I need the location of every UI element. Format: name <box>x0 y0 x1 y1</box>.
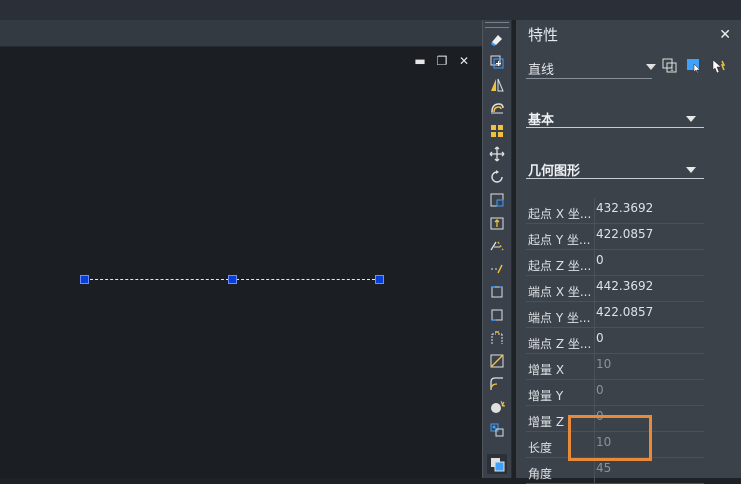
property-value[interactable]: 0 <box>594 250 704 275</box>
fillet-icon[interactable] <box>487 374 507 394</box>
modify-toolbar <box>482 20 512 478</box>
rotate-icon[interactable] <box>487 167 507 187</box>
blend-icon[interactable] <box>487 397 507 417</box>
quick-select-icon[interactable] <box>708 56 728 76</box>
break-icon[interactable] <box>487 282 507 302</box>
viewport-window-controls: ▬ ❐ ✕ <box>414 55 470 69</box>
object-type-value: 直线 <box>528 63 555 78</box>
start-grip[interactable] <box>80 275 89 284</box>
property-key: 起点 Z 坐... <box>528 259 592 273</box>
property-value[interactable]: 432.3692 <box>594 198 704 223</box>
chevron-down-icon[interactable] <box>686 116 696 122</box>
panel-close-icon[interactable]: ✕ <box>719 27 731 43</box>
top-bar <box>0 0 741 20</box>
chevron-down-icon[interactable] <box>686 167 696 173</box>
explode-icon[interactable] <box>487 420 507 440</box>
highlight-box <box>568 415 652 461</box>
property-key: 起点 Y 坐... <box>528 233 591 247</box>
property-value[interactable]: 422.0857 <box>594 224 704 249</box>
property-value: 10 <box>594 354 704 379</box>
move-icon[interactable] <box>487 144 507 164</box>
chamfer-icon[interactable] <box>487 351 507 371</box>
section-basic[interactable]: 基本 <box>526 109 704 128</box>
property-key: 增量 Y <box>528 389 564 403</box>
property-row[interactable]: 起点 Y 坐... 422.0857 <box>526 224 704 250</box>
property-row[interactable]: 增量 Y 0 <box>526 380 704 406</box>
property-row[interactable]: 端点 Z 坐... 0 <box>526 328 704 354</box>
property-key: 增量 X <box>528 363 565 377</box>
erase-icon[interactable] <box>487 29 507 49</box>
copy-icon[interactable] <box>487 52 507 72</box>
property-value[interactable]: 0 <box>594 328 704 353</box>
object-type-dropdown[interactable]: 直线 <box>526 56 656 79</box>
property-row[interactable]: 增量 X 10 <box>526 354 704 380</box>
extend-icon[interactable] <box>487 259 507 279</box>
stretch-icon[interactable] <box>487 213 507 233</box>
section-geometry-label: 几何图形 <box>528 164 581 179</box>
draw-order-icon[interactable] <box>487 454 507 474</box>
property-value: 0 <box>594 380 704 405</box>
property-row[interactable]: 端点 Y 坐... 422.0857 <box>526 302 704 328</box>
mid-grip[interactable] <box>228 275 237 284</box>
properties-panel: 特性 ✕ 直线 1 基本 几何图形 起点 X 坐... 432.3692 起点 Y … <box>516 20 741 484</box>
mirror-icon[interactable] <box>487 75 507 95</box>
toggle-pickadd-icon[interactable]: 1 <box>660 56 680 76</box>
property-value: 45 <box>594 458 704 483</box>
property-row[interactable]: 起点 X 坐... 432.3692 <box>526 198 704 224</box>
minimize-icon[interactable]: ▬ <box>414 55 426 67</box>
break-at-point-icon[interactable] <box>487 305 507 325</box>
property-value[interactable]: 442.3692 <box>594 276 704 301</box>
panel-title: 特性 <box>528 26 559 44</box>
scale-icon[interactable] <box>487 190 507 210</box>
section-basic-label: 基本 <box>528 113 555 128</box>
property-key: 端点 Z 坐... <box>528 337 592 351</box>
offset-icon[interactable] <box>487 98 507 118</box>
svg-text:1: 1 <box>670 66 674 73</box>
section-geometry[interactable]: 几何图形 <box>526 160 704 179</box>
property-key: 起点 X 坐... <box>528 207 592 221</box>
close-icon[interactable]: ✕ <box>458 55 470 67</box>
property-row[interactable]: 端点 X 坐... 442.3692 <box>526 276 704 302</box>
end-grip[interactable] <box>375 275 384 284</box>
property-row[interactable]: 角度 45 <box>526 458 704 484</box>
select-objects-icon[interactable] <box>684 56 704 76</box>
property-row[interactable]: 起点 Z 坐... 0 <box>526 250 704 276</box>
restore-icon[interactable]: ❐ <box>436 55 448 67</box>
property-key: 端点 Y 坐... <box>528 311 591 325</box>
property-key: 角度 <box>528 467 553 481</box>
property-key: 端点 X 坐... <box>528 285 592 299</box>
document-tab-bar <box>0 20 482 47</box>
trim-icon[interactable] <box>487 236 507 256</box>
property-value[interactable]: 422.0857 <box>594 302 704 327</box>
array-icon[interactable] <box>487 121 507 141</box>
drawing-canvas[interactable]: ▬ ❐ ✕ <box>0 47 482 478</box>
chevron-down-icon[interactable] <box>646 64 656 70</box>
toolbar-grip[interactable] <box>485 22 509 28</box>
join-icon[interactable] <box>487 328 507 348</box>
